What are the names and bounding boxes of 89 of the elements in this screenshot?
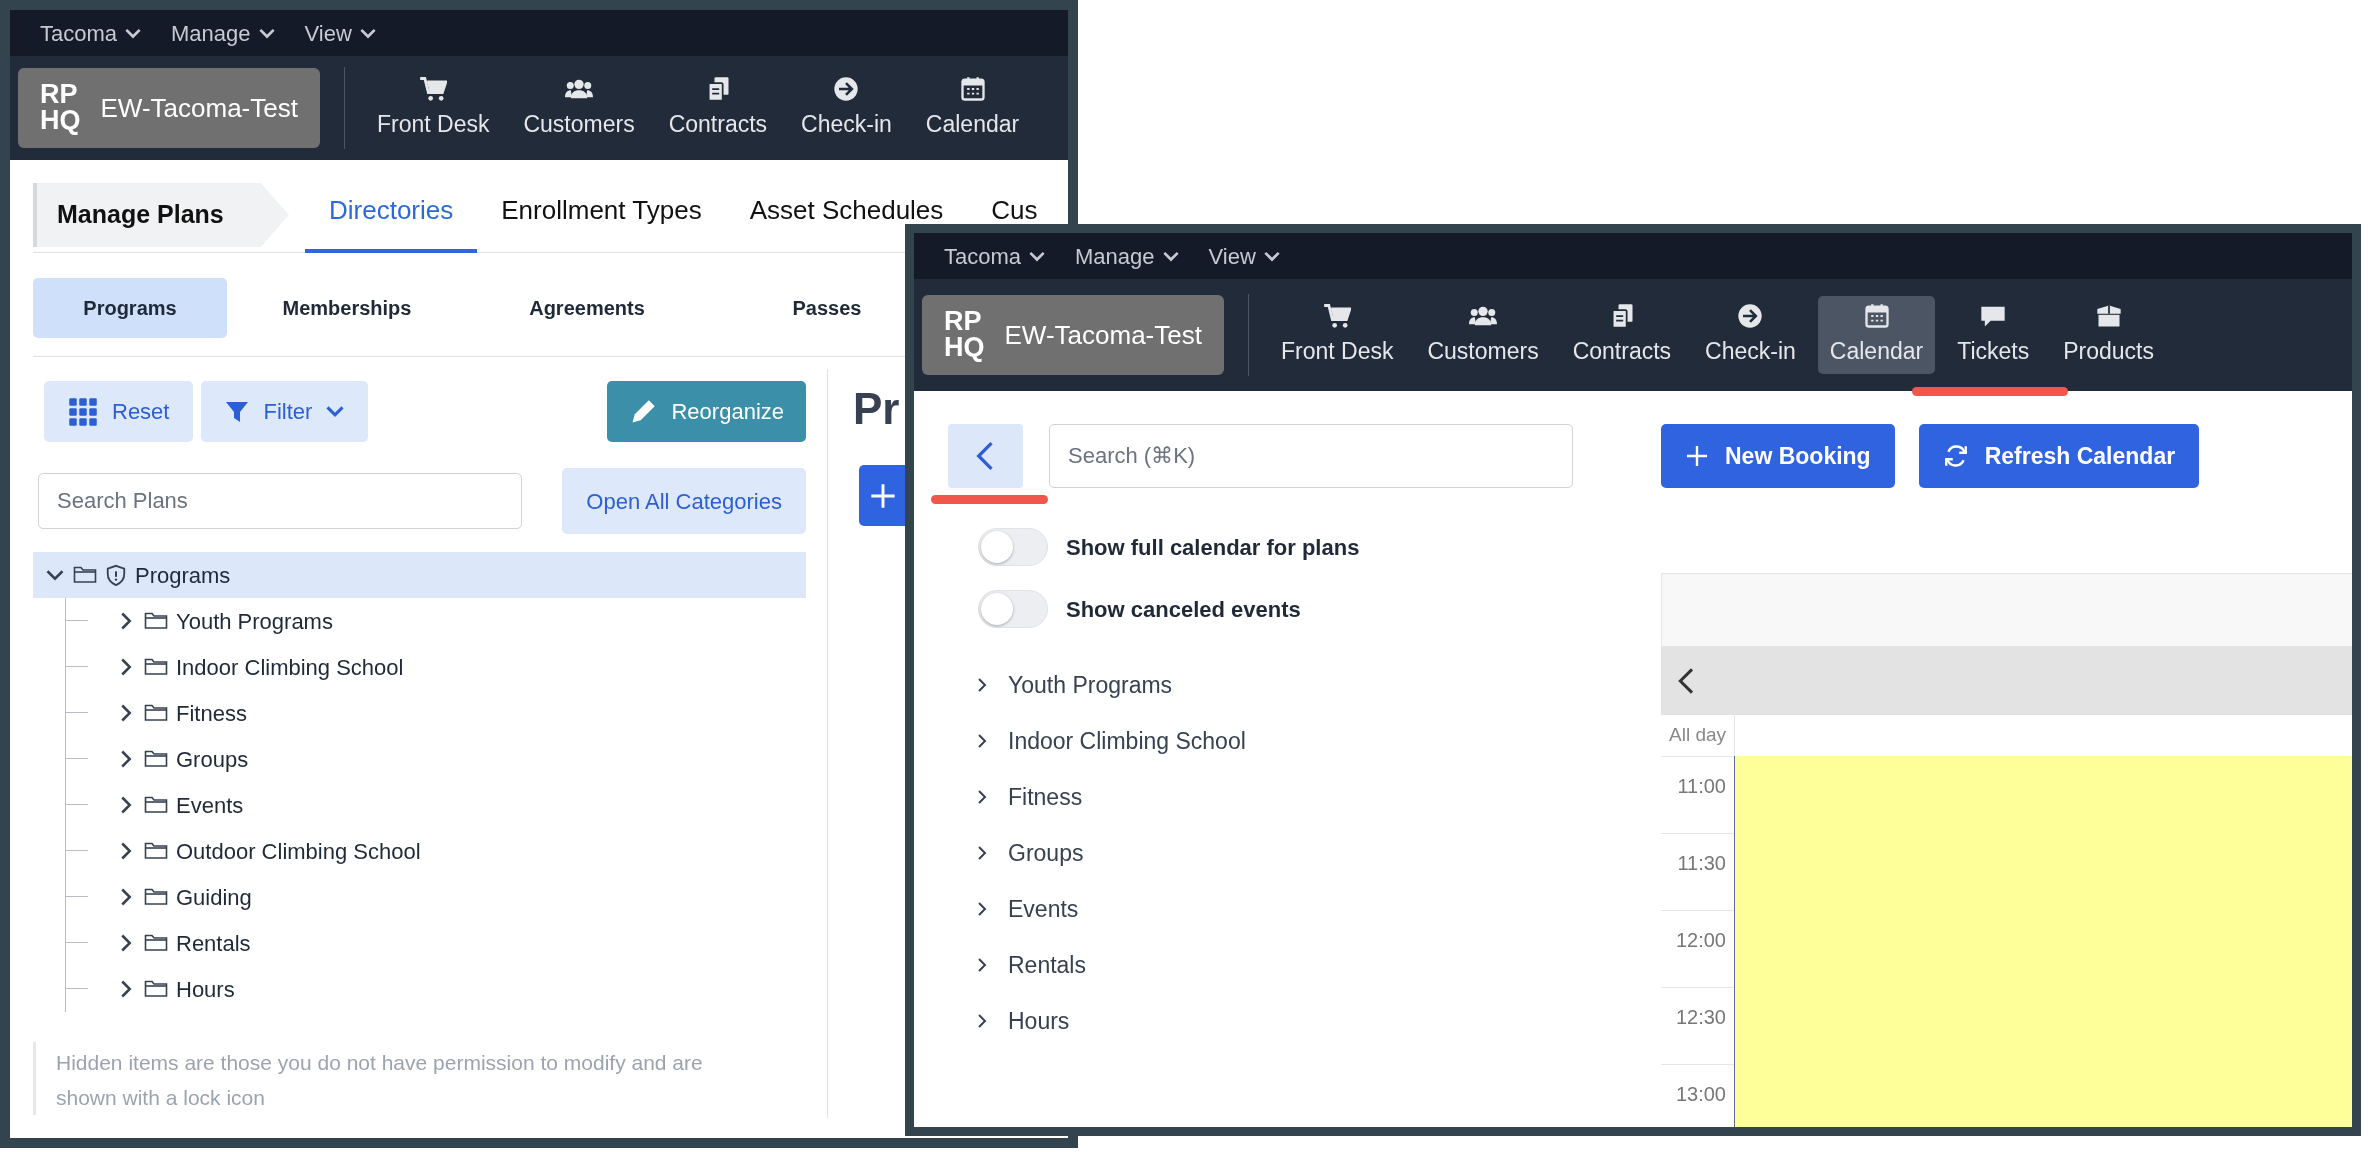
tab[interactable]: Enrollment Types: [477, 197, 726, 223]
menu-item[interactable]: Manage: [1075, 239, 1179, 273]
nav-item[interactable]: Contracts: [656, 68, 780, 148]
filter-button[interactable]: Filter: [201, 381, 369, 442]
new-booking-button[interactable]: New Booking: [1661, 424, 1895, 488]
tree-item[interactable]: Outdoor Climbing School: [66, 828, 806, 874]
time-label: 11:00: [1677, 775, 1726, 797]
tab[interactable]: Asset Schedules: [725, 197, 968, 223]
nav-item[interactable]: Calendar: [1817, 295, 1936, 375]
nav-item[interactable]: Check-in: [789, 68, 904, 148]
nav-item[interactable]: Front Desk: [1268, 295, 1406, 375]
caret-icon: [1029, 250, 1046, 262]
page-heading: Pr: [853, 387, 901, 431]
category-item[interactable]: Groups: [974, 825, 1661, 881]
plus-icon: [1685, 444, 1709, 468]
reorganize-button[interactable]: Reorganize: [607, 381, 806, 442]
caret-icon: [1162, 250, 1179, 262]
add-button[interactable]: [859, 465, 905, 526]
calendar-icon: [1862, 301, 1891, 330]
help-text: Hidden items are those you do not have permission to modify and are shown with a lock icon: [33, 1042, 806, 1116]
logo: RP HQ: [40, 82, 81, 134]
sub-tab[interactable]: Agreements: [517, 278, 657, 338]
back-button[interactable]: [948, 424, 1023, 488]
nav-item[interactable]: Customers: [1415, 295, 1551, 375]
all-day-label: All day: [1661, 715, 1735, 756]
category-item[interactable]: Indoor Climbing School: [974, 713, 1661, 769]
time-label: 11:30: [1677, 852, 1726, 874]
category-item[interactable]: Youth Programs: [974, 657, 1661, 713]
cart-icon: [1323, 301, 1352, 330]
tab[interactable]: Cus: [967, 197, 1062, 223]
tree-item[interactable]: Groups: [66, 736, 806, 782]
category-item[interactable]: Events: [974, 881, 1661, 937]
toggle-switch[interactable]: [978, 590, 1048, 628]
nav-item[interactable]: Front Desk: [364, 68, 502, 148]
search-field[interactable]: Search (⌘K): [1049, 424, 1573, 488]
time-label: 13:00: [1675, 1083, 1726, 1105]
funnel-icon: [225, 399, 250, 424]
tab[interactable]: Directories: [305, 197, 478, 253]
arrow-circle-icon: [832, 74, 861, 103]
tree-item[interactable]: Events: [66, 782, 806, 828]
tree-item[interactable]: Indoor Climbing School: [66, 644, 806, 690]
tree-item[interactable]: Guiding: [66, 874, 806, 920]
sub-tab[interactable]: Passes: [780, 278, 874, 338]
logo: RP HQ: [944, 309, 985, 361]
sub-tab[interactable]: Programs: [33, 278, 227, 338]
calendar-icon: [958, 74, 987, 103]
nav-item[interactable]: Products: [2051, 295, 2166, 375]
category-item[interactable]: Fitness: [974, 769, 1661, 825]
shield-icon: [105, 564, 127, 586]
plus-icon: [869, 481, 897, 510]
time-label: 12:30: [1675, 1006, 1726, 1028]
menu-item[interactable]: View: [304, 16, 376, 50]
nav-item[interactable]: Check-in: [1693, 295, 1808, 375]
caret-icon: [359, 27, 376, 39]
grid-icon: [68, 396, 98, 427]
open-all-button[interactable]: Open All Categories: [562, 468, 806, 534]
menu-item[interactable]: Tacoma: [40, 16, 142, 50]
breadcrumb: Manage Plans: [33, 183, 289, 247]
menu-item[interactable]: Tacoma: [944, 239, 1046, 273]
time-label: 12:00: [1675, 929, 1726, 951]
tree-item[interactable]: Fitness: [66, 690, 806, 736]
menu-item[interactable]: View: [1208, 239, 1280, 273]
refresh-button[interactable]: Refresh Calendar: [1918, 424, 2200, 488]
nav-item[interactable]: Calendar: [913, 68, 1032, 148]
site-name: EW-Tacoma-Test: [100, 91, 298, 125]
toggle-switch[interactable]: [978, 528, 1048, 566]
caret-icon: [1263, 250, 1280, 262]
cart-icon: [419, 74, 448, 103]
tree-item[interactable]: Youth Programs: [66, 598, 806, 644]
caret-icon: [258, 27, 275, 39]
toggle-label: Show full calendar for plans: [1066, 533, 1360, 562]
refresh-icon: [1942, 443, 1969, 469]
nav-item[interactable]: Tickets: [1945, 295, 2042, 375]
arrow-circle-icon: [1736, 301, 1765, 330]
menu-item[interactable]: Manage: [171, 16, 275, 50]
category-item[interactable]: Hours: [974, 993, 1661, 1049]
sub-tab[interactable]: Memberships: [270, 278, 424, 338]
tree-item[interactable]: Rentals: [66, 920, 806, 966]
toggle-label: Show canceled events: [1066, 595, 1301, 624]
nav-item[interactable]: Contracts: [1560, 295, 1684, 375]
tree-item[interactable]: Hours: [66, 966, 806, 1012]
nav-item[interactable]: Customers: [511, 68, 647, 148]
reset-button[interactable]: Reset: [44, 381, 194, 442]
caret-icon: [326, 405, 345, 418]
caret-icon: [125, 27, 142, 39]
site-name: EW-Tacoma-Test: [1004, 318, 1202, 352]
search-field[interactable]: Search Plans: [38, 473, 522, 529]
tree-item[interactable]: Programs: [33, 552, 806, 598]
category-item[interactable]: Rentals: [974, 937, 1661, 993]
